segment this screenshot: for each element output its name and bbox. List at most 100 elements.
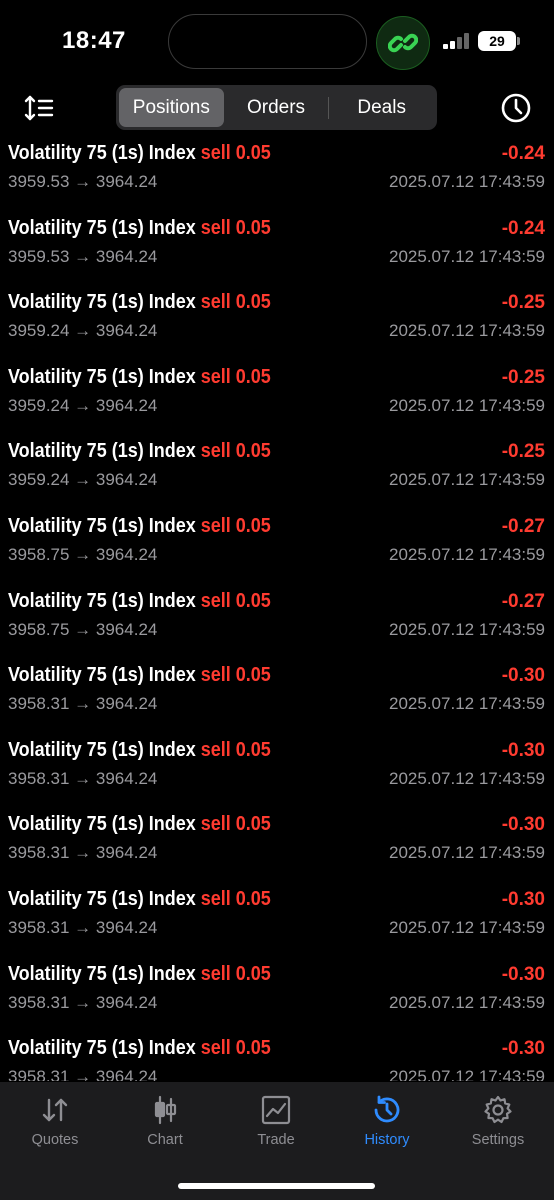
position-title: Volatility 75 (1s) Index sell 0.05 [8, 813, 271, 836]
position-profit: -0.30 [501, 1038, 545, 1060]
position-date: 2025.07.12 17:43:59 [389, 246, 545, 266]
position-side: sell 0.05 [200, 514, 271, 537]
position-row[interactable]: Volatility 75 (1s) Index sell 0.05 -0.25 3… [0, 419, 554, 494]
position-title: Volatility 75 (1s) Index sell 0.05 [8, 217, 271, 240]
position-row[interactable]: Volatility 75 (1s) Index sell 0.05 -0.24 3… [0, 131, 554, 196]
position-title: Volatility 75 (1s) Index sell 0.05 [8, 440, 271, 463]
tab-quotes-label: Quotes [31, 1132, 79, 1148]
position-side: sell 0.05 [200, 887, 271, 910]
position-side: sell 0.05 [200, 216, 271, 239]
position-row[interactable]: Volatility 75 (1s) Index sell 0.05 -0.24 3… [0, 196, 554, 271]
position-symbol: Volatility 75 (1s) Index [8, 142, 196, 164]
position-row[interactable]: Volatility 75 (1s) Index sell 0.05 -0.30 3… [0, 718, 554, 793]
position-symbol: Volatility 75 (1s) Index [8, 365, 196, 388]
position-side: sell 0.05 [200, 813, 271, 836]
position-prices: 3958.31 → 3964.24 [8, 843, 158, 863]
position-profit: -0.27 [501, 515, 545, 537]
position-prices: 3959.24 → 3964.24 [8, 395, 158, 415]
signal-icon [443, 33, 471, 49]
position-date: 2025.07.12 17:43:59 [389, 544, 545, 564]
position-side: sell 0.05 [200, 440, 271, 463]
tab-settings[interactable]: Settings [443, 1094, 553, 1156]
position-date: 2025.07.12 17:43:59 [389, 470, 545, 490]
tab-deals[interactable]: Deals [329, 88, 434, 127]
position-row[interactable]: Volatility 75 (1s) Index sell 0.05 -0.30 3… [0, 942, 554, 1017]
position-side: sell 0.05 [200, 664, 271, 687]
position-symbol: Volatility 75 (1s) Index [8, 887, 196, 910]
position-date: 2025.07.12 17:43:59 [389, 321, 545, 341]
position-row[interactable]: Volatility 75 (1s) Index sell 0.05 -0.25 3… [0, 345, 554, 420]
tab-trade-label: Trade [257, 1132, 295, 1148]
trade-icon [261, 1095, 291, 1125]
tab-history[interactable]: History [332, 1094, 442, 1156]
position-symbol: Volatility 75 (1s) Index [8, 664, 196, 687]
tab-chart[interactable]: Chart [110, 1094, 220, 1156]
position-date: 2025.07.12 17:43:59 [389, 619, 545, 639]
position-date: 2025.07.12 17:43:59 [389, 843, 545, 863]
position-prices: 3959.53 → 3964.24 [8, 246, 158, 266]
battery-icon: 29 [478, 31, 516, 51]
position-prices: 3959.53 → 3964.24 [8, 172, 158, 191]
status-bar: 18:47 29 [0, 0, 554, 82]
position-side: sell 0.05 [200, 291, 271, 314]
home-indicator [178, 1183, 375, 1189]
position-profit: -0.30 [501, 665, 545, 687]
history-icon [374, 1095, 400, 1123]
position-row[interactable]: Volatility 75 (1s) Index sell 0.05 -0.27 3… [0, 569, 554, 644]
position-profit: -0.27 [501, 590, 545, 612]
position-date: 2025.07.12 17:43:59 [389, 1067, 545, 1081]
tab-positions[interactable]: Positions [119, 88, 224, 127]
positions-list[interactable]: Volatility 75 (1s) Index sell 0.05 -0.24 3… [0, 131, 554, 1081]
position-prices: 3958.75 → 3964.24 [8, 544, 158, 564]
tab-trade[interactable]: Trade [221, 1094, 331, 1156]
positions-list-inner: Volatility 75 (1s) Index sell 0.05 -0.24 3… [0, 131, 554, 1081]
position-side: sell 0.05 [200, 589, 271, 612]
position-title: Volatility 75 (1s) Index sell 0.05 [8, 1037, 271, 1060]
position-title: Volatility 75 (1s) Index sell 0.05 [8, 515, 271, 538]
tab-quotes[interactable]: Quotes [0, 1094, 110, 1156]
tab-chart-label: Chart [147, 1132, 183, 1148]
position-profit: -0.30 [501, 963, 545, 985]
position-title: Volatility 75 (1s) Index sell 0.05 [8, 590, 271, 613]
position-symbol: Volatility 75 (1s) Index [8, 514, 196, 537]
position-title: Volatility 75 (1s) Index sell 0.05 [8, 291, 271, 314]
position-profit: -0.25 [501, 441, 545, 463]
settings-icon [484, 1095, 512, 1124]
position-side: sell 0.05 [200, 142, 271, 164]
position-profit: -0.25 [501, 366, 545, 388]
position-prices: 3958.31 → 3964.24 [8, 1067, 158, 1081]
position-date: 2025.07.12 17:43:59 [389, 172, 545, 191]
position-side: sell 0.05 [200, 365, 271, 388]
position-prices: 3958.31 → 3964.24 [8, 992, 158, 1012]
position-date: 2025.07.12 17:43:59 [389, 917, 545, 937]
position-date: 2025.07.12 17:43:59 [389, 992, 545, 1012]
tab-orders[interactable]: Orders [224, 88, 329, 127]
position-date: 2025.07.12 17:43:59 [389, 768, 545, 788]
position-title: Volatility 75 (1s) Index sell 0.05 [8, 664, 271, 687]
position-prices: 3959.24 → 3964.24 [8, 321, 158, 341]
position-profit: -0.30 [501, 739, 545, 761]
position-side: sell 0.05 [200, 1037, 271, 1060]
position-row[interactable]: Volatility 75 (1s) Index sell 0.05 -0.27 3… [0, 494, 554, 569]
position-side: sell 0.05 [200, 962, 271, 985]
position-profit: -0.25 [501, 292, 545, 314]
quotes-icon [42, 1098, 68, 1122]
position-row[interactable]: Volatility 75 (1s) Index sell 0.05 -0.25 3… [0, 270, 554, 345]
position-row[interactable]: Volatility 75 (1s) Index sell 0.05 -0.30 3… [0, 1016, 554, 1081]
position-prices: 3958.75 → 3964.24 [8, 619, 158, 639]
segmented-control: Positions Orders Deals [116, 85, 437, 130]
position-symbol: Volatility 75 (1s) Index [8, 589, 196, 612]
position-profit: -0.30 [501, 814, 545, 836]
position-row[interactable]: Volatility 75 (1s) Index sell 0.05 -0.30 3… [0, 792, 554, 867]
chart-icon [154, 1095, 177, 1125]
position-prices: 3959.24 → 3964.24 [8, 470, 158, 490]
position-row[interactable]: Volatility 75 (1s) Index sell 0.05 -0.30 3… [0, 867, 554, 942]
position-date: 2025.07.12 17:43:59 [389, 694, 545, 714]
position-title: Volatility 75 (1s) Index sell 0.05 [8, 142, 271, 165]
position-symbol: Volatility 75 (1s) Index [8, 291, 196, 314]
sort-icon[interactable] [24, 94, 54, 122]
toolbar: Positions Orders Deals [0, 84, 554, 132]
clock-icon[interactable] [500, 92, 532, 124]
position-row[interactable]: Volatility 75 (1s) Index sell 0.05 -0.30 3… [0, 643, 554, 718]
dynamic-island [168, 14, 367, 69]
